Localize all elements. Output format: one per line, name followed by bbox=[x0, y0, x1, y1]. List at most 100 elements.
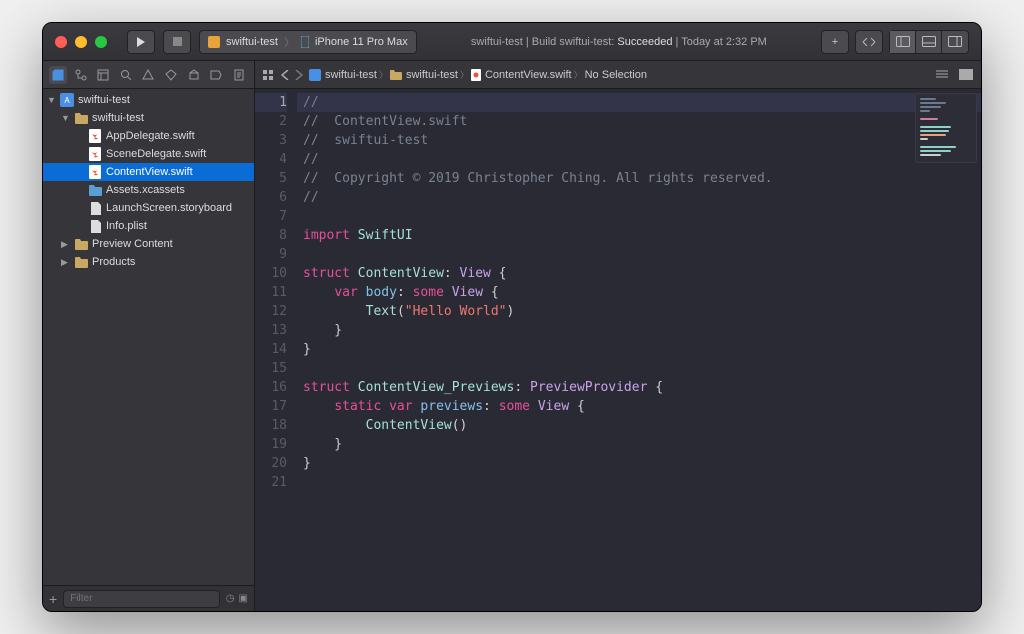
tree-row[interactable]: ▶ Preview Content bbox=[43, 235, 254, 253]
breakpoint-navigator-tab[interactable] bbox=[207, 66, 225, 84]
code-line[interactable]: } bbox=[297, 454, 981, 473]
report-navigator-tab[interactable] bbox=[230, 66, 248, 84]
chevron-right-icon: 〉 bbox=[379, 68, 388, 81]
jump-bar-segment[interactable]: ContentView.swift bbox=[471, 69, 572, 81]
chevron-right-icon: 〉 bbox=[460, 68, 469, 81]
navigator-tabs bbox=[43, 61, 254, 89]
symbol-navigator-tab[interactable] bbox=[94, 66, 112, 84]
toggle-navigator-button[interactable] bbox=[890, 31, 916, 53]
tree-row[interactable]: ▶Products bbox=[43, 253, 254, 271]
line-number: 19 bbox=[255, 435, 287, 454]
line-number: 18 bbox=[255, 416, 287, 435]
add-editor-button[interactable] bbox=[959, 69, 973, 80]
scheme-selector[interactable]: swiftui-test 〉 iPhone 11 Pro Max bbox=[199, 30, 417, 54]
tree-label: SceneDelegate.swift bbox=[106, 148, 206, 160]
code-line[interactable]: static var previews: some View { bbox=[297, 397, 981, 416]
related-items-button[interactable] bbox=[263, 70, 275, 80]
code-line[interactable]: // bbox=[297, 188, 981, 207]
disclosure-triangle-icon[interactable]: ▶ bbox=[61, 257, 70, 268]
jump-bar-segment[interactable]: swiftui-test bbox=[390, 69, 458, 81]
library-button[interactable]: + bbox=[821, 30, 849, 54]
code-line[interactable]: // swiftui-test bbox=[297, 131, 981, 150]
line-gutter: 123456789101112131415161718192021 bbox=[255, 89, 297, 611]
disclosure-triangle-icon[interactable]: ▼ bbox=[47, 95, 56, 105]
code-line[interactable] bbox=[297, 207, 981, 226]
jump-bar: swiftui-test〉swiftui-test〉ContentView.sw… bbox=[255, 61, 981, 89]
code-line[interactable]: } bbox=[297, 321, 981, 340]
swift-file-icon bbox=[88, 129, 102, 143]
code-line[interactable]: // bbox=[297, 150, 981, 169]
back-button[interactable] bbox=[281, 70, 289, 80]
editor-options-button[interactable] bbox=[935, 69, 949, 80]
tree-row[interactable]: Assets.xcassets bbox=[43, 181, 254, 199]
code-review-button[interactable] bbox=[855, 30, 883, 54]
line-number: 8 bbox=[255, 226, 287, 245]
jump-bar-segment[interactable]: No Selection bbox=[585, 69, 647, 81]
code-line[interactable]: ContentView() bbox=[297, 416, 981, 435]
scm-filter-icon[interactable]: ▣ bbox=[239, 593, 248, 604]
tree-row[interactable]: SceneDelegate.swift bbox=[43, 145, 254, 163]
folder-icon bbox=[88, 183, 102, 197]
find-navigator-tab[interactable] bbox=[117, 66, 135, 84]
minimize-window-button[interactable] bbox=[75, 36, 87, 48]
editor-area: swiftui-test〉swiftui-test〉ContentView.sw… bbox=[255, 61, 981, 611]
tree-row[interactable]: Info.plist bbox=[43, 217, 254, 235]
code-line[interactable] bbox=[297, 245, 981, 264]
issue-navigator-tab[interactable] bbox=[139, 66, 157, 84]
code-line[interactable]: // Copyright © 2019 Christopher Ching. A… bbox=[297, 169, 981, 188]
folder-icon bbox=[74, 255, 88, 269]
code-line[interactable]: struct ContentView: View { bbox=[297, 264, 981, 283]
line-number: 15 bbox=[255, 359, 287, 378]
chevron-right-icon: 〉 bbox=[284, 34, 295, 50]
navigator-filter-bar: + ◷ ▣ bbox=[43, 585, 254, 611]
filter-input[interactable] bbox=[63, 590, 220, 608]
code-line[interactable]: // ContentView.swift bbox=[297, 112, 981, 131]
forward-button[interactable] bbox=[295, 70, 303, 80]
line-number: 12 bbox=[255, 302, 287, 321]
debug-navigator-tab[interactable] bbox=[185, 66, 203, 84]
toolbar-right: + bbox=[821, 30, 969, 54]
code-line[interactable]: var body: some View { bbox=[297, 283, 981, 302]
stop-button[interactable] bbox=[163, 30, 191, 54]
code-line[interactable]: // bbox=[297, 93, 981, 112]
tree-row[interactable]: ▼swiftui-test bbox=[43, 109, 254, 127]
jump-bar-segment[interactable]: swiftui-test bbox=[309, 69, 377, 81]
tree-row[interactable]: ▼Aswiftui-test bbox=[43, 91, 254, 109]
code-area[interactable]: 123456789101112131415161718192021 //// C… bbox=[255, 89, 981, 611]
line-number: 1 bbox=[255, 93, 287, 112]
add-button[interactable]: + bbox=[49, 591, 57, 607]
folder-icon bbox=[74, 237, 88, 251]
code-line[interactable]: } bbox=[297, 435, 981, 454]
code-line[interactable]: Text("Hello World") bbox=[297, 302, 981, 321]
project-navigator-tab[interactable] bbox=[49, 66, 67, 84]
test-navigator-tab[interactable] bbox=[162, 66, 180, 84]
close-window-button[interactable] bbox=[55, 36, 67, 48]
toggle-debug-area-button[interactable] bbox=[916, 31, 942, 53]
code-line[interactable]: import SwiftUI bbox=[297, 226, 981, 245]
line-number: 14 bbox=[255, 340, 287, 359]
code-line[interactable] bbox=[297, 359, 981, 378]
tree-row[interactable]: AppDelegate.swift bbox=[43, 127, 254, 145]
disclosure-triangle-icon[interactable]: ▼ bbox=[61, 113, 70, 123]
tree-label: swiftui-test bbox=[78, 94, 130, 106]
source-code[interactable]: //// ContentView.swift// swiftui-test///… bbox=[297, 89, 981, 611]
jump-bar-path[interactable]: swiftui-test〉swiftui-test〉ContentView.sw… bbox=[309, 68, 647, 81]
code-line[interactable] bbox=[297, 473, 981, 492]
tree-row[interactable]: ContentView.swift bbox=[43, 163, 254, 181]
tree-label: Info.plist bbox=[106, 220, 147, 232]
line-number: 10 bbox=[255, 264, 287, 283]
minimap[interactable] bbox=[915, 93, 977, 163]
code-line[interactable]: struct ContentView_Previews: PreviewProv… bbox=[297, 378, 981, 397]
code-line[interactable]: } bbox=[297, 340, 981, 359]
tree-label: Preview Content bbox=[92, 238, 173, 250]
tree-row[interactable]: LaunchScreen.storyboard bbox=[43, 199, 254, 217]
run-button[interactable] bbox=[127, 30, 155, 54]
traffic-lights bbox=[55, 36, 107, 48]
recent-filter-icon[interactable]: ◷ bbox=[226, 593, 235, 604]
toggle-inspectors-button[interactable] bbox=[942, 31, 968, 53]
xcode-window: swiftui-test 〉 iPhone 11 Pro Max swiftui… bbox=[42, 22, 982, 612]
source-control-navigator-tab[interactable] bbox=[72, 66, 90, 84]
line-number: 11 bbox=[255, 283, 287, 302]
disclosure-triangle-icon[interactable]: ▶ bbox=[61, 239, 70, 250]
zoom-window-button[interactable] bbox=[95, 36, 107, 48]
